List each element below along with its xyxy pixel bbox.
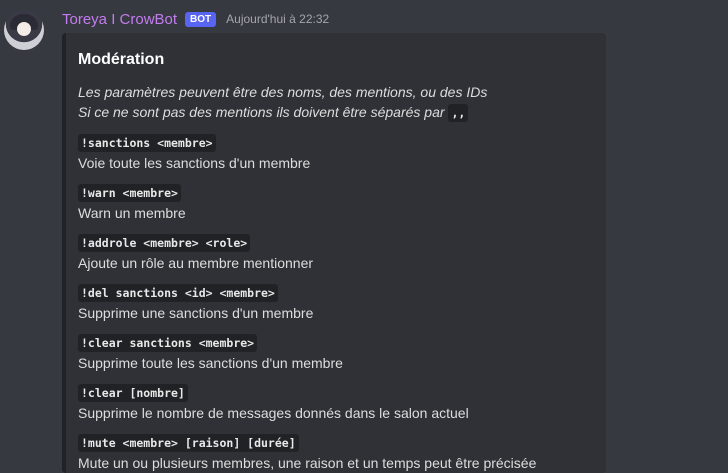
separator-code: ,,: [448, 104, 469, 122]
command-description: Supprime une sanctions d'un membre: [78, 305, 314, 321]
embed-title: Modération: [78, 51, 165, 68]
bot-avatar[interactable]: [4, 10, 44, 50]
command-name: !del sanctions <id> <membre>: [78, 283, 594, 303]
command-name: !clear [nombre]: [78, 383, 594, 403]
command-code: !sanctions <membre>: [78, 134, 216, 152]
message-timestamp[interactable]: Aujourd'hui à 22:32: [226, 12, 329, 26]
command-code: !clear sanctions <membre>: [78, 334, 258, 352]
command-description: Supprime le nombre de messages donnés da…: [78, 405, 469, 421]
username[interactable]: Toreya I CrowBot: [62, 11, 177, 28]
command-code: !clear [nombre]: [78, 384, 188, 402]
description-line-2: Si ce ne sont pas des mentions ils doive…: [78, 102, 594, 123]
command-description: Supprime toute les sanctions d'un membre: [78, 355, 343, 371]
command-description: Mute un ou plusieurs membres, une raison…: [78, 455, 537, 471]
command-name: !warn <membre>: [78, 183, 594, 203]
help-embed: Modération Les paramètres peuvent être d…: [62, 33, 606, 473]
description-line-2-text: Si ce ne sont pas des mentions ils doive…: [78, 104, 445, 120]
command-entry: !del sanctions <id> <membre> Supprime une…: [78, 283, 594, 323]
command-description: Ajoute un rôle au membre mentionner: [78, 255, 314, 271]
command-code: !mute <membre> [raison] [durée]: [78, 434, 299, 452]
description-line-1: Les paramètres peuvent être des noms, de…: [78, 84, 488, 100]
command-entry: !mute <membre> [raison] [durée] Mute un o…: [78, 433, 594, 473]
command-name: !addrole <membre> <role>: [78, 233, 594, 253]
avatar-face: [17, 22, 31, 36]
command-code: !warn <membre>: [78, 184, 181, 202]
command-entry: !clear [nombre] Supprime le nombre de mes…: [78, 383, 594, 423]
command-name: !clear sanctions <membre>: [78, 333, 594, 353]
command-name: !mute <membre> [raison] [durée]: [78, 433, 594, 453]
command-entry: !sanctions <membre> Voie toute les sancti…: [78, 133, 594, 173]
command-description: Voie toute les sanctions d'un membre: [78, 155, 311, 171]
bot-badge: BOT: [185, 11, 217, 27]
command-list: !sanctions <membre> Voie toute les sancti…: [78, 133, 594, 473]
command-entry: !addrole <membre> <role> Ajoute un rôle a…: [78, 233, 594, 273]
command-entry: !clear sanctions <membre> Supprime toute …: [78, 333, 594, 373]
command-code: !del sanctions <id> <membre>: [78, 284, 278, 302]
message-header: Toreya I CrowBot BOT Aujourd'hui à 22:32: [62, 9, 329, 29]
command-description: Warn un membre: [78, 205, 186, 221]
command-entry: !warn <membre> Warn un membre: [78, 183, 594, 223]
embed-description: Les paramètres peuvent être des noms, de…: [78, 82, 594, 123]
command-code: !addrole <membre> <role>: [78, 234, 251, 252]
command-name: !sanctions <membre>: [78, 133, 594, 153]
